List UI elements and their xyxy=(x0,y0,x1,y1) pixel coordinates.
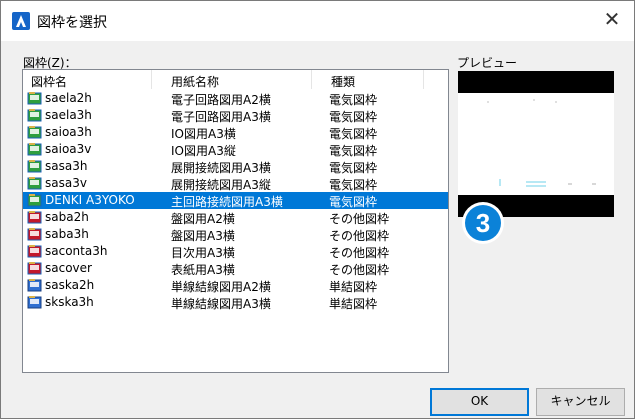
other-frame-icon xyxy=(27,227,43,242)
list-row[interactable]: saela2h 電子回路図用A2横 電気図枠 xyxy=(23,90,448,107)
paper-name-cell: 目次用A3横 xyxy=(171,246,235,260)
paper-name-cell: 電子回路図用A2横 xyxy=(171,93,271,107)
column-header-type[interactable]: 種類 xyxy=(331,73,355,90)
list-row[interactable]: saska2h 単線結線図用A2横 単結図枠 xyxy=(23,277,448,294)
single-line-frame-icon xyxy=(27,278,43,293)
ok-button[interactable]: OK xyxy=(430,388,529,416)
frame-type-cell: その他図枠 xyxy=(329,229,390,243)
paper-name-cell: 単線結線図用A3横 xyxy=(171,297,271,311)
electric-frame-icon xyxy=(27,142,43,157)
electric-frame-icon xyxy=(27,91,43,106)
dialog-title: 図枠を選択 xyxy=(37,15,107,31)
list-row[interactable]: skska3h 単線結線図用A3横 単結図枠 xyxy=(23,294,448,311)
close-icon: ✕ xyxy=(603,7,621,31)
list-row-selected[interactable]: DENKI A3YOKO 主回路接続図用A3横 電気図枠 xyxy=(23,192,448,209)
preview-label: プレビュー xyxy=(457,56,518,70)
electric-frame-icon xyxy=(27,159,43,174)
frame-type-cell: 電気図枠 xyxy=(329,127,378,141)
electric-frame-icon xyxy=(27,193,43,208)
column-header-paper-name[interactable]: 用紙名称 xyxy=(171,73,219,90)
other-frame-icon xyxy=(27,261,43,276)
app-icon xyxy=(12,12,30,30)
close-button[interactable]: ✕ xyxy=(590,1,634,39)
list-row[interactable]: saela3h 電子回路図用A3横 電気図枠 xyxy=(23,107,448,124)
paper-name-cell: IO図用A3縦 xyxy=(171,144,236,158)
paper-name-cell: 表紙用A3横 xyxy=(171,263,235,277)
column-divider[interactable] xyxy=(423,70,424,89)
step-badge-number: 3 xyxy=(476,208,490,238)
list-row[interactable]: saioa3v IO図用A3縦 電気図枠 xyxy=(23,141,448,158)
list-row[interactable]: sasa3h 展開接続図用A3横 電気図枠 xyxy=(23,158,448,175)
frame-type-cell: 単結図枠 xyxy=(329,280,378,294)
frame-type-cell: 電気図枠 xyxy=(329,144,378,158)
frame-type-cell: 電気図枠 xyxy=(329,178,378,192)
electric-frame-icon xyxy=(27,125,43,140)
electric-frame-icon xyxy=(27,108,43,123)
frame-name-cell: saela3h xyxy=(45,108,92,122)
paper-name-cell: 展開接続図用A3縦 xyxy=(171,178,271,192)
frame-type-cell: その他図枠 xyxy=(329,263,390,277)
frame-name-cell: sacover xyxy=(45,261,92,275)
list-rows: saela2h 電子回路図用A2横 電気図枠 saela3h 電子回路図用A3横 電気図枠… xyxy=(23,90,448,311)
paper-name-cell: 盤図用A2横 xyxy=(171,212,235,226)
frame-type-cell: 電気図枠 xyxy=(329,110,378,124)
paper-name-cell: IO図用A3横 xyxy=(171,127,236,141)
list-row[interactable]: saba2h 盤図用A2横 その他図枠 xyxy=(23,209,448,226)
frame-name-cell: DENKI A3YOKO xyxy=(45,193,135,207)
frame-name-cell: skska3h xyxy=(45,295,94,309)
frame-type-cell: その他図枠 xyxy=(329,212,390,226)
single-line-frame-icon xyxy=(27,295,43,310)
paper-name-cell: 主回路接続図用A3横 xyxy=(171,195,283,209)
other-frame-icon xyxy=(27,244,43,259)
frame-name-cell: saba3h xyxy=(45,227,89,241)
paper-name-cell: 電子回路図用A3横 xyxy=(171,110,271,124)
title-bar[interactable]: 図枠を選択 ✕ xyxy=(1,1,634,41)
list-row[interactable]: saioa3h IO図用A3横 電気図枠 xyxy=(23,124,448,141)
list-row[interactable]: saba3h 盤図用A3横 その他図枠 xyxy=(23,226,448,243)
frame-name-cell: saioa3v xyxy=(45,142,92,156)
frame-name-cell: saela2h xyxy=(45,91,92,105)
frame-name-cell: saconta3h xyxy=(45,244,108,258)
paper-name-cell: 盤図用A3横 xyxy=(171,229,235,243)
frame-type-cell: 単結図枠 xyxy=(329,297,378,311)
frame-type-cell: 電気図枠 xyxy=(329,93,378,107)
list-row[interactable]: sasa3v 展開接続図用A3縦 電気図枠 xyxy=(23,175,448,192)
frame-name-cell: saioa3h xyxy=(45,125,92,139)
dialog-window: 図枠を選択 ✕ 図枠(Z)： プレビュー 図枠名 用紙名称 種類 saela2h… xyxy=(0,0,635,419)
column-divider[interactable] xyxy=(311,70,312,89)
cancel-button[interactable]: キャンセル xyxy=(536,388,625,416)
list-row[interactable]: sacover 表紙用A3横 その他図枠 xyxy=(23,260,448,277)
list-header: 図枠名 用紙名称 種類 xyxy=(23,70,448,90)
column-divider[interactable] xyxy=(151,70,152,89)
frame-name-cell: sasa3h xyxy=(45,159,88,173)
frame-type-cell: その他図枠 xyxy=(329,246,390,260)
step-badge: 3 xyxy=(457,201,513,247)
preview-pane xyxy=(458,71,614,217)
electric-frame-icon xyxy=(27,176,43,191)
frame-name-cell: saba2h xyxy=(45,210,89,224)
list-row[interactable]: saconta3h 目次用A3横 その他図枠 xyxy=(23,243,448,260)
column-header-frame-name[interactable]: 図枠名 xyxy=(31,73,67,90)
other-frame-icon xyxy=(27,210,43,225)
paper-name-cell: 展開接続図用A3横 xyxy=(171,161,271,175)
frame-list[interactable]: 図枠名 用紙名称 種類 saela2h 電子回路図用A2横 電気図枠 saela3h 電… xyxy=(22,69,449,373)
frame-name-cell: saska2h xyxy=(45,278,95,292)
frame-name-cell: sasa3v xyxy=(45,176,87,190)
paper-name-cell: 単線結線図用A2横 xyxy=(171,280,271,294)
frame-type-cell: 電気図枠 xyxy=(329,161,378,175)
frame-type-cell: 電気図枠 xyxy=(329,195,378,209)
preview-drawing xyxy=(458,93,614,195)
